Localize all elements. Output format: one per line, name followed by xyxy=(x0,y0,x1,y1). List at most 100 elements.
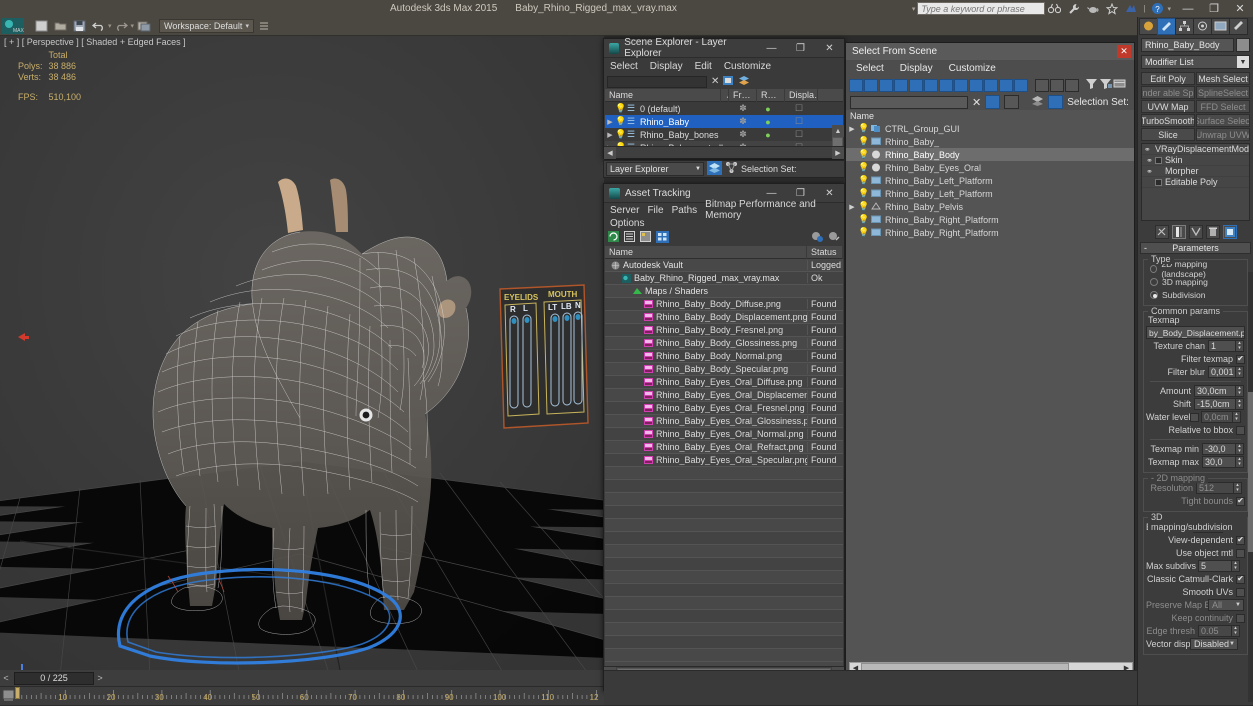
filter-helpers-icon[interactable] xyxy=(924,78,938,92)
sfs-select-mode-icon[interactable] xyxy=(985,95,1001,109)
motion-tab[interactable] xyxy=(1193,17,1212,35)
display-icon[interactable]: ☐ xyxy=(783,103,815,114)
render-setup-icon[interactable] xyxy=(135,18,152,34)
refresh-icon[interactable] xyxy=(608,231,619,245)
perspective-viewport[interactable]: [ + ] [ Perspective ] [ Shaded + Edged F… xyxy=(0,36,604,670)
shift-spinner[interactable]: ▴ ▾ xyxy=(1236,398,1244,410)
hscroll-right-arrow[interactable]: ▶ xyxy=(832,146,844,159)
asset-tracking-row[interactable]: Rhino_Baby_Eyes_Oral_Normal.png Found xyxy=(605,428,843,441)
time-frame-indicator[interactable]: 0 / 225 xyxy=(14,671,94,685)
menu-paths[interactable]: Paths xyxy=(672,205,698,216)
search-input[interactable] xyxy=(917,2,1046,15)
texmap-max-row[interactable]: Texmap max 30,0 ▴ ▾ xyxy=(1146,456,1245,468)
tight-bounds-row[interactable]: Tight bounds ✔ xyxy=(1146,495,1245,507)
asset-tracking-row[interactable]: Rhino_Baby_Eyes_Oral_Glossiness.png Found xyxy=(605,415,843,428)
asset-tracking-row[interactable]: Rhino_Baby_Body_Displacement.png Found xyxy=(605,311,843,324)
light-bulb-icon[interactable]: 💡 xyxy=(858,227,869,238)
sfs-menu-display[interactable]: Display xyxy=(900,63,933,74)
parameters-rollout-header[interactable]: - Parameters xyxy=(1140,242,1251,254)
utilities-tab[interactable] xyxy=(1229,17,1248,35)
classic-catmull-checkbox[interactable]: ✔ xyxy=(1236,574,1245,584)
texmap-min-spinner[interactable]: ▴ ▾ xyxy=(1236,443,1244,455)
scene-explorer-menu-bar[interactable]: Select Display Edit Customize xyxy=(604,58,844,74)
sfs-object-list[interactable]: ▶ 💡 CTRL_Group_GUI 💡 Rhino_Baby_ 💡 Rhino_Baby_… xyxy=(846,122,1134,670)
select-from-scene-filter-toolbar[interactable] xyxy=(846,76,1134,94)
texmap-max-value[interactable]: 30,0 xyxy=(1202,456,1236,468)
undo-icon[interactable] xyxy=(90,18,107,34)
light-bulb-icon[interactable]: 💡 xyxy=(858,214,869,225)
vector-displ-dropdown[interactable]: Disabled ▼ xyxy=(1190,638,1238,650)
amount-value[interactable]: 30,0cm xyxy=(1194,385,1236,397)
radio-2d-mapping[interactable] xyxy=(1150,265,1158,273)
use-object-mtl-checkbox[interactable] xyxy=(1236,548,1245,558)
view-dependent-checkbox[interactable]: ✔ xyxy=(1236,535,1245,545)
texture-chan-value[interactable]: 1 xyxy=(1208,340,1236,352)
modifier-button[interactable]: Mesh Select xyxy=(1196,72,1250,85)
type-option-subdivision[interactable]: Subdivision xyxy=(1146,289,1245,301)
resolution-row[interactable]: Resolution 512 ▴ ▾ xyxy=(1146,482,1245,494)
max-subdivs-value[interactable]: 5 xyxy=(1198,560,1232,572)
light-bulb-icon[interactable]: 💡 xyxy=(858,188,869,199)
collapse-all-icon[interactable] xyxy=(1065,78,1079,92)
expand-arrow-icon[interactable]: ▶ xyxy=(846,203,858,211)
use-object-mtl-row[interactable]: Use object mtl xyxy=(1146,547,1245,559)
scene-explorer-column-header[interactable]: Name ▲ Fr… R… Displa… xyxy=(605,88,843,102)
col-display[interactable]: Displa… xyxy=(785,88,818,102)
menu-options[interactable]: Options xyxy=(610,218,644,229)
wrench-icon[interactable] xyxy=(1065,1,1082,17)
asset-tracking-row[interactable]: Rhino_Baby_Eyes_Oral_Refract.png Found xyxy=(605,441,843,454)
keep-continuity-checkbox[interactable] xyxy=(1236,613,1245,623)
filter-all-icon[interactable] xyxy=(849,78,863,92)
minimize-button[interactable]: — xyxy=(1175,0,1201,17)
viewport-label[interactable]: [ + ] [ Perspective ] [ Shaded + Edged F… xyxy=(4,37,186,47)
display-children-icon[interactable] xyxy=(1035,78,1049,92)
explorer-mode-dropdown[interactable]: Layer Explorer ▼ xyxy=(606,162,704,176)
at-col-status[interactable]: Status xyxy=(807,245,843,259)
filter-texmap-row[interactable]: Filter texmap ✔ xyxy=(1146,353,1245,365)
asset-tracking-row[interactable]: Rhino_Baby_Eyes_Oral_Diffuse.png Found xyxy=(605,376,843,389)
maximize-button[interactable]: ❐ xyxy=(1201,0,1227,17)
thumbnail-view-icon[interactable] xyxy=(640,231,651,245)
explorer-footer-bar[interactable]: Layer Explorer ▼ Selection Set: xyxy=(603,160,845,178)
select-from-scene-row[interactable]: 💡 Rhino_Baby_Right_Platform xyxy=(846,213,1134,226)
workspace-menu-icon[interactable] xyxy=(255,18,272,34)
sfs-pick-icon[interactable] xyxy=(1004,95,1020,109)
relative-bbox-row[interactable]: Relative to bbox xyxy=(1146,424,1245,436)
asset-tracking-row[interactable]: Rhino_Baby_Body_Glossiness.png Found xyxy=(605,337,843,350)
texture-chan-spinner[interactable]: ▴ ▾ xyxy=(1236,340,1244,352)
modifier-button[interactable]: FFD Select xyxy=(1196,100,1250,113)
relative-bbox-checkbox[interactable] xyxy=(1236,425,1245,435)
modifier-button[interactable]: Surface Select xyxy=(1196,114,1250,127)
filter-geometry-icon[interactable] xyxy=(864,78,878,92)
asset-tracking-row[interactable]: Rhino_Baby_Body_Normal.png Found xyxy=(605,350,843,363)
sfs-clear-icon[interactable]: ✕ xyxy=(972,96,981,109)
make-unique-icon[interactable] xyxy=(1188,224,1203,239)
track-bar[interactable]: 10 20 30 40 50 60 70 80 90 100 110 12 xyxy=(0,686,604,705)
modifier-button[interactable]: Edit Poly xyxy=(1141,72,1195,85)
redo-icon[interactable] xyxy=(113,18,130,34)
list-view-icon[interactable] xyxy=(624,231,635,245)
filter-cameras-icon[interactable] xyxy=(909,78,923,92)
select-from-scene-row[interactable]: 💡 Rhino_Baby_Right_Platform xyxy=(846,226,1134,239)
chevron-down-icon[interactable]: ▼ xyxy=(1237,56,1249,68)
select-from-scene-title-bar[interactable]: Select From Scene ✕ xyxy=(846,43,1134,60)
light-bulb-icon[interactable]: 💡 xyxy=(615,129,626,140)
filter-containers-icon[interactable] xyxy=(1014,78,1028,92)
display-tab[interactable] xyxy=(1211,17,1230,35)
teapot-icon[interactable] xyxy=(1084,1,1101,17)
filter-blur-spinner[interactable]: ▴ ▾ xyxy=(1236,366,1244,378)
max-subdivs-spinner[interactable]: ▴ ▾ xyxy=(1232,560,1240,572)
hierarchy-tab[interactable] xyxy=(1175,17,1194,35)
sfs-column-header[interactable]: Name xyxy=(846,110,1134,122)
object-name-row[interactable]: Rhino_Baby_Body xyxy=(1141,38,1250,52)
type-option-2d[interactable]: 2D mapping (landscape) xyxy=(1146,259,1245,279)
new-file-icon[interactable] xyxy=(33,18,50,34)
scene-explorer-hscrollbar[interactable]: ◀ ▶ xyxy=(604,146,844,159)
binoculars-icon[interactable] xyxy=(1046,1,1063,17)
water-level-checkbox[interactable] xyxy=(1190,412,1199,422)
light-bulb-icon[interactable]: 💡 xyxy=(858,201,869,212)
col-frozen[interactable]: Fr… xyxy=(729,88,757,102)
asset-tracking-column-header[interactable]: Name Status xyxy=(605,245,843,259)
time-next-button[interactable]: > xyxy=(94,671,106,685)
select-from-scene-search-row[interactable]: ✕ Selection Set: xyxy=(846,94,1134,110)
